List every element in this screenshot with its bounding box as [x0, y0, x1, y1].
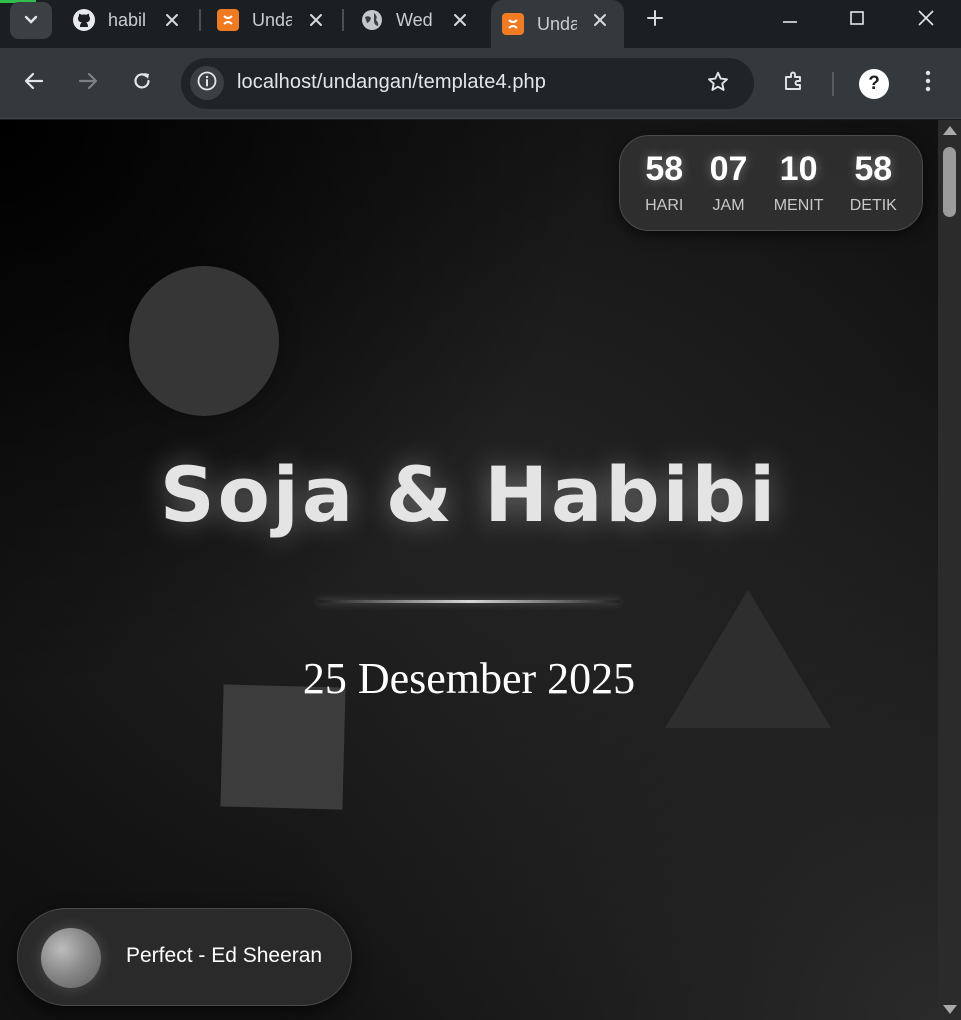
countdown-days-value: 58	[645, 150, 684, 188]
arrow-left-icon	[24, 72, 44, 95]
tab-title: habil	[108, 9, 147, 30]
url-text[interactable]: localhost/undangan/template4.php	[237, 71, 546, 94]
forward-button[interactable]	[70, 65, 106, 101]
puzzle-icon	[782, 69, 806, 98]
close-icon[interactable]	[304, 8, 328, 32]
scrollbar-thumb[interactable]	[943, 147, 956, 217]
arrow-right-icon	[78, 72, 98, 95]
countdown-seconds-value: 58	[854, 150, 893, 188]
music-player[interactable]: Perfect - Ed Sheeran	[17, 908, 352, 1006]
site-info-button[interactable]	[190, 66, 224, 100]
countdown-days-label: HARI	[645, 197, 684, 214]
tab-title: Unda	[537, 13, 577, 34]
tab-undangan-active[interactable]: Unda	[491, 0, 624, 48]
more-vertical-icon	[925, 70, 931, 97]
countdown-days: 58 HARI	[645, 136, 683, 230]
reload-button[interactable]	[124, 65, 160, 101]
countdown-minutes-label: MENIT	[773, 197, 824, 214]
scroll-down-arrow-icon[interactable]	[943, 1005, 957, 1014]
browser-toolbar: localhost/undangan/template4.php ?	[0, 48, 961, 119]
couple-names: Soja & Habibi	[159, 450, 779, 539]
countdown-timer: 58 HARI 07 JAM 10 MENIT 58 DETIK	[619, 135, 923, 231]
back-button[interactable]	[16, 65, 52, 101]
decorative-circle	[129, 266, 279, 416]
countdown-minutes-value: 10	[779, 150, 818, 188]
tab-github[interactable]: habil	[62, 0, 196, 40]
tab-separator	[199, 9, 201, 31]
close-window-button[interactable]	[896, 0, 956, 40]
countdown-hours-value: 07	[709, 150, 748, 188]
countdown-seconds: 58 DETIK	[850, 136, 897, 230]
tab-wedding[interactable]: Wed	[350, 0, 484, 40]
tab-title: Unda	[252, 9, 292, 30]
close-icon	[917, 9, 935, 32]
info-icon	[197, 71, 217, 96]
minimize-button[interactable]	[760, 0, 820, 40]
music-disc-icon[interactable]	[41, 928, 101, 988]
xampp-icon	[216, 8, 240, 32]
wedding-date: 25 Desember 2025	[302, 654, 636, 703]
title-divider	[318, 600, 620, 603]
page-viewport: 58 HARI 07 JAM 10 MENIT 58 DETIK Soja & …	[0, 120, 938, 1020]
plus-icon	[646, 9, 664, 32]
countdown-seconds-label: DETIK	[849, 197, 897, 214]
chevron-down-icon	[24, 12, 38, 30]
scroll-up-arrow-icon[interactable]	[943, 126, 957, 135]
minimize-icon	[782, 11, 798, 29]
tab-undangan[interactable]: Unda	[206, 0, 340, 40]
page-scrollbar[interactable]	[938, 120, 961, 1020]
star-icon	[706, 70, 730, 99]
tab-search-button[interactable]	[10, 2, 52, 39]
song-title: Perfect - Ed Sheeran	[126, 944, 323, 967]
maximize-button[interactable]	[827, 0, 887, 40]
extensions-button[interactable]	[776, 65, 812, 101]
close-icon[interactable]	[588, 8, 612, 32]
bookmark-button[interactable]	[704, 70, 732, 98]
countdown-hours: 07 JAM	[710, 136, 748, 230]
address-bar[interactable]: localhost/undangan/template4.php	[181, 58, 754, 109]
close-icon[interactable]	[448, 8, 472, 32]
countdown-hours-label: JAM	[712, 197, 745, 214]
new-tab-button[interactable]	[640, 6, 670, 34]
globe-icon	[360, 8, 384, 32]
tab-separator	[342, 9, 344, 31]
tab-strip: habil Unda Wed Unda	[0, 0, 961, 48]
reload-icon	[132, 71, 152, 96]
countdown-minutes: 10 MENIT	[774, 136, 824, 230]
maximize-icon	[849, 10, 865, 31]
xampp-icon	[501, 12, 525, 36]
menu-button[interactable]	[910, 65, 946, 101]
github-icon	[72, 8, 96, 32]
tab-title: Wed	[396, 9, 433, 30]
close-icon[interactable]	[160, 8, 184, 32]
help-button[interactable]: ?	[859, 69, 889, 99]
toolbar-separator	[832, 72, 834, 96]
